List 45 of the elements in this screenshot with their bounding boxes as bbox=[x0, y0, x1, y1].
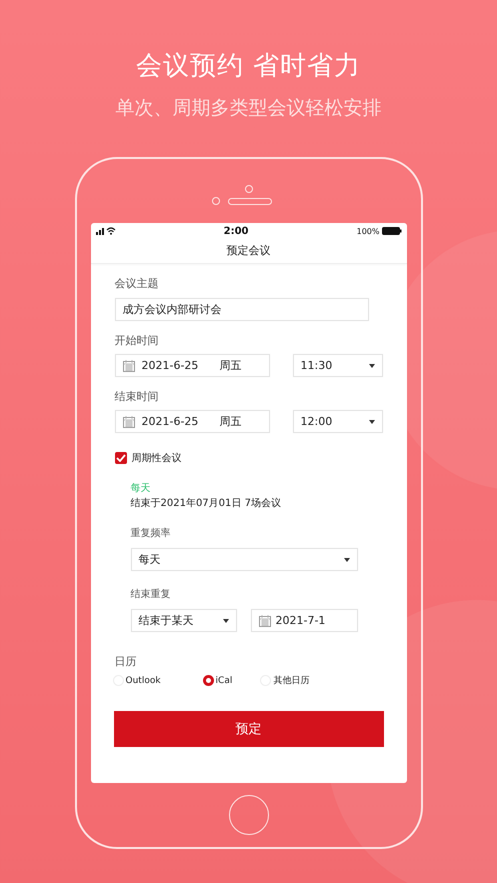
subtitle: 单次、周期多类型会议轻松安排 bbox=[116, 96, 382, 121]
date-field[interactable]: 2021-7-1 bbox=[250, 609, 358, 632]
nav-title: 预定会议 bbox=[90, 239, 406, 264]
calendar-icon bbox=[122, 416, 134, 428]
calendar-icon bbox=[122, 360, 134, 372]
checkbox-label: 周期性会议 bbox=[132, 452, 182, 465]
end-summary: 结束于2021年07月01日 7场会议 bbox=[130, 496, 282, 510]
submit-button[interactable]: 预定 bbox=[114, 711, 384, 747]
weekday-value: 周五 bbox=[219, 414, 242, 429]
date-field[interactable]: 2021-6-25 周五 bbox=[114, 354, 270, 377]
field-label: 开始时间 bbox=[114, 333, 160, 348]
status-time: 2:00 bbox=[224, 226, 248, 236]
caret-icon bbox=[368, 364, 374, 368]
speaker-icon bbox=[228, 198, 272, 204]
frequency-dropdown[interactable]: 每天 bbox=[130, 548, 358, 571]
caret-icon bbox=[368, 420, 374, 424]
time-dropdown[interactable]: 11:30 bbox=[292, 354, 382, 377]
date-value: 2021-6-25 bbox=[142, 415, 198, 428]
signal-wifi-icon bbox=[96, 227, 116, 235]
date-value: 2021-6-25 bbox=[142, 359, 198, 372]
headline: 会议预约 省时省力 bbox=[136, 50, 362, 83]
battery-percent: 100% bbox=[356, 226, 380, 236]
caret-icon bbox=[344, 558, 350, 562]
camera-icon bbox=[244, 185, 252, 193]
date-field[interactable]: 2021-6-25 周五 bbox=[114, 410, 270, 433]
date-value: 2021-7-1 bbox=[276, 614, 326, 627]
caret-icon bbox=[222, 618, 228, 622]
sensor-icon bbox=[212, 197, 220, 205]
calendar-icon bbox=[258, 614, 270, 626]
battery-icon bbox=[382, 227, 402, 235]
field-label: 结束时间 bbox=[114, 389, 160, 404]
topic-field[interactable]: 成方会议内部研讨会 bbox=[114, 298, 368, 321]
field-label: 重复频率 bbox=[130, 526, 172, 540]
weekday-value: 周五 bbox=[219, 358, 242, 373]
time-dropdown[interactable]: 12:00 bbox=[292, 410, 382, 433]
field-label: 日历 bbox=[114, 654, 138, 669]
radio-label: iCal bbox=[216, 676, 232, 686]
radio-label: 其他日历 bbox=[273, 674, 310, 687]
field-label: 会议主题 bbox=[114, 276, 160, 291]
end-mode-dropdown[interactable]: 结束于某天 bbox=[130, 609, 236, 632]
frequency-summary: 每天 bbox=[130, 482, 152, 495]
radio-label: Outlook bbox=[126, 676, 161, 686]
field-label: 结束重复 bbox=[130, 588, 172, 601]
radio-button[interactable] bbox=[202, 675, 214, 686]
recurring-checkbox[interactable] bbox=[114, 452, 126, 464]
